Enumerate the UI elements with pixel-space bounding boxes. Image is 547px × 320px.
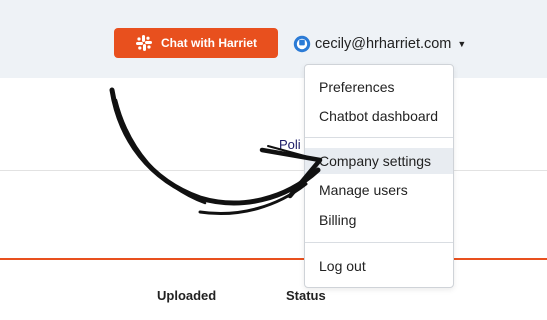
menu-item-chatbot-dashboard[interactable]: Chatbot dashboard xyxy=(305,103,453,129)
column-header-status[interactable]: Status xyxy=(286,288,326,303)
menu-item-preferences[interactable]: Preferences xyxy=(305,74,453,100)
policies-link-partial[interactable]: Poli xyxy=(279,137,301,152)
column-header-uploaded[interactable]: Uploaded xyxy=(157,288,216,303)
menu-item-log-out[interactable]: Log out xyxy=(305,253,453,279)
menu-divider xyxy=(305,137,453,138)
chevron-down-icon: ▼ xyxy=(457,39,467,49)
chat-button-label: Chat with Harriet xyxy=(160,36,257,50)
menu-divider xyxy=(305,242,453,243)
hrharriet-logo-icon xyxy=(293,35,311,53)
divider xyxy=(0,170,547,171)
account-email: cecily@hrharriet.com xyxy=(315,36,452,52)
account-menu-toggle[interactable]: cecily@hrharriet.com ▼ xyxy=(293,33,466,55)
slack-icon xyxy=(135,35,152,51)
menu-item-company-settings[interactable]: Company settings xyxy=(305,148,453,174)
menu-item-manage-users[interactable]: Manage users xyxy=(305,177,453,203)
chat-with-harriet-button[interactable]: Chat with Harriet xyxy=(114,28,278,58)
menu-item-billing[interactable]: Billing xyxy=(305,207,453,233)
account-dropdown-menu: Preferences Chatbot dashboard Company se… xyxy=(304,64,454,288)
top-bar: Chat with Harriet cecily@hrharriet.com ▼ xyxy=(0,0,547,78)
accent-divider xyxy=(0,258,547,260)
